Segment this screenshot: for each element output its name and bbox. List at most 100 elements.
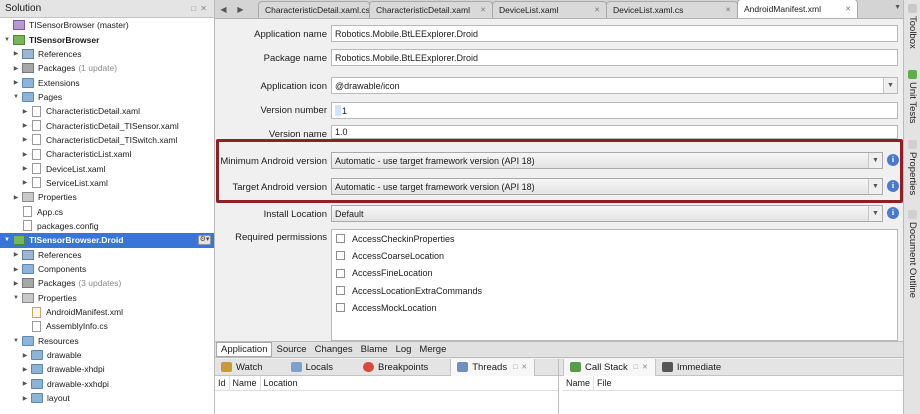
pad-dock-close-buttons[interactable]: □ ✕ bbox=[191, 4, 208, 13]
chevron-down-icon[interactable]: ▼ bbox=[868, 206, 882, 221]
column-file[interactable]: File bbox=[594, 376, 615, 391]
column-location[interactable]: Location bbox=[261, 376, 301, 391]
tab-threads[interactable]: Threads □ ✕ bbox=[450, 358, 536, 376]
tree-item[interactable]: ▶ Components bbox=[0, 262, 214, 276]
tab-immediate[interactable]: Immediate bbox=[656, 359, 727, 376]
column-id[interactable]: Id bbox=[215, 375, 230, 391]
tree-item[interactable]: ▶ Extensions bbox=[0, 75, 214, 89]
document-tab[interactable]: CharacteristicDetail.xaml ✕ bbox=[369, 1, 493, 18]
tree-item[interactable]: ▼ TISensorBrowser.Droid ⚙▾ bbox=[0, 233, 214, 248]
info-icon[interactable]: i bbox=[887, 207, 899, 219]
pad-dock-close-buttons[interactable]: □ ✕ bbox=[513, 363, 528, 371]
document-tab[interactable]: CharacteristicDetail.xaml.cs✕ bbox=[258, 1, 376, 18]
pad-dock-close-buttons[interactable]: □ ✕ bbox=[634, 363, 649, 371]
close-icon[interactable]: ✕ bbox=[725, 6, 731, 14]
editor-view-tab[interactable]: Merge bbox=[415, 342, 450, 357]
tree-item[interactable]: ▶ layout bbox=[0, 391, 214, 405]
tree-item[interactable]: ▶ CharacteristicList.xaml bbox=[0, 147, 214, 161]
install-location-combo[interactable]: Default ▼ bbox=[331, 205, 883, 222]
tree-item[interactable]: ▼ TISensorBrowser bbox=[0, 32, 214, 46]
tree-item[interactable]: ▶ CharacteristicDetail_TISensor.xaml bbox=[0, 118, 214, 132]
application-name-field[interactable]: Robotics.Mobile.BtLEExplorer.Droid bbox=[331, 25, 898, 42]
permission-item[interactable]: AccessMockLocation bbox=[332, 299, 897, 316]
tree-item[interactable]: ▶ ServiceList.xaml bbox=[0, 176, 214, 190]
close-icon[interactable]: ✕ bbox=[845, 5, 851, 13]
expand-arrow-right-icon[interactable]: ▶ bbox=[21, 179, 29, 186]
tab-locals[interactable]: Locals bbox=[285, 359, 339, 376]
tree-item[interactable]: ▶ drawable-xxhdpi bbox=[0, 377, 214, 391]
tab-scroll-left-icon[interactable]: ◀ bbox=[215, 0, 232, 18]
tree-item[interactable]: ▶ DeviceList.xaml bbox=[0, 161, 214, 175]
expand-arrow-right-icon[interactable]: ▶ bbox=[12, 194, 20, 201]
document-tab[interactable]: DeviceList.xaml.cs ✕ bbox=[606, 1, 738, 18]
expand-arrow-down-icon[interactable]: ▼ bbox=[3, 37, 11, 43]
tree-item[interactable]: ▶ References bbox=[0, 47, 214, 61]
tab-call-stack[interactable]: Call Stack □ ✕ bbox=[563, 358, 656, 376]
permission-checkbox[interactable] bbox=[336, 303, 345, 313]
tree-item[interactable]: ▶ drawable-xhdpi bbox=[0, 362, 214, 376]
column-name[interactable]: Name bbox=[230, 375, 261, 391]
tree-item[interactable]: ▶ Packages (3 updates) bbox=[0, 276, 214, 290]
toolbox-dock-tab[interactable]: Toolbox bbox=[905, 4, 920, 49]
tab-breakpoints[interactable]: Breakpoints bbox=[357, 359, 434, 376]
expand-arrow-right-icon[interactable]: ▶ bbox=[12, 50, 20, 57]
permissions-list[interactable]: AccessCheckinProperties AccessCoarseLocat… bbox=[331, 229, 898, 341]
expand-arrow-right-icon[interactable]: ▶ bbox=[21, 151, 29, 158]
expand-arrow-right-icon[interactable]: ▶ bbox=[21, 380, 29, 387]
permission-checkbox[interactable] bbox=[336, 286, 345, 296]
expand-arrow-right-icon[interactable]: ▶ bbox=[21, 122, 29, 129]
tree-item[interactable]: TISensorBrowser (master) bbox=[0, 18, 214, 32]
tree-item[interactable]: ▶ Properties bbox=[0, 190, 214, 204]
expand-arrow-right-icon[interactable]: ▶ bbox=[21, 352, 29, 359]
permission-item[interactable]: AccessCheckinProperties bbox=[332, 230, 897, 247]
tree-item[interactable]: ▶ CharacteristicDetail.xaml bbox=[0, 104, 214, 118]
chevron-down-icon[interactable]: ▼ bbox=[883, 78, 897, 93]
tree-item[interactable]: packages.config bbox=[0, 219, 214, 233]
expand-arrow-right-icon[interactable]: ▶ bbox=[21, 108, 29, 115]
document-tab[interactable]: AndroidManifest.xml ✕ bbox=[737, 0, 858, 18]
editor-view-tab[interactable]: Source bbox=[272, 342, 310, 357]
expand-arrow-down-icon[interactable]: ▼ bbox=[12, 338, 20, 344]
tree-item[interactable]: AssemblyInfo.cs bbox=[0, 319, 214, 333]
expand-arrow-down-icon[interactable]: ▼ bbox=[12, 94, 20, 100]
permission-item[interactable]: AccessLocationExtraCommands bbox=[332, 282, 897, 299]
permission-checkbox[interactable] bbox=[336, 268, 345, 278]
permission-item[interactable]: AccessFineLocation bbox=[332, 265, 897, 282]
document-outline-dock-tab[interactable]: Document Outline bbox=[905, 210, 920, 298]
expand-arrow-right-icon[interactable]: ▶ bbox=[12, 280, 20, 287]
expand-arrow-right-icon[interactable]: ▶ bbox=[12, 79, 20, 86]
document-tab[interactable]: DeviceList.xaml ✕ bbox=[492, 1, 607, 18]
package-name-field[interactable]: Robotics.Mobile.BtLEExplorer.Droid bbox=[331, 49, 898, 66]
expand-arrow-down-icon[interactable]: ▼ bbox=[12, 295, 20, 301]
expand-arrow-right-icon[interactable]: ▶ bbox=[21, 165, 29, 172]
close-icon[interactable]: ✕ bbox=[594, 6, 600, 14]
unit-tests-dock-tab[interactable]: Unit Tests bbox=[905, 70, 920, 124]
tree-item[interactable]: ▼ Properties bbox=[0, 291, 214, 305]
properties-dock-tab[interactable]: Properties bbox=[905, 140, 920, 195]
version-number-field[interactable]: 1 bbox=[331, 102, 898, 119]
expand-arrow-right-icon[interactable]: ▶ bbox=[21, 136, 29, 143]
tree-item[interactable]: ▼ Resources bbox=[0, 334, 214, 348]
tree-item[interactable]: ▶ drawable bbox=[0, 348, 214, 362]
tree-item[interactable]: ▼ Pages bbox=[0, 90, 214, 104]
permission-checkbox[interactable] bbox=[336, 234, 345, 244]
tree-item[interactable]: AndroidManifest.xml bbox=[0, 305, 214, 319]
expand-arrow-right-icon[interactable]: ▶ bbox=[21, 366, 29, 373]
application-icon-combo[interactable]: @drawable/icon ▼ bbox=[331, 77, 898, 94]
editor-view-tab[interactable]: Application bbox=[216, 342, 273, 357]
expand-arrow-right-icon[interactable]: ▶ bbox=[12, 65, 20, 72]
expand-arrow-right-icon[interactable]: ▶ bbox=[21, 395, 29, 402]
editor-view-tab[interactable]: Changes bbox=[311, 342, 357, 357]
editor-view-tab[interactable]: Log bbox=[392, 342, 416, 357]
expand-arrow-down-icon[interactable]: ▼ bbox=[3, 237, 11, 243]
tab-scroll-right-icon[interactable]: ▶ bbox=[232, 0, 249, 18]
expand-arrow-right-icon[interactable]: ▶ bbox=[12, 251, 20, 258]
gear-icon[interactable]: ⚙▾ bbox=[198, 235, 211, 246]
tree-item[interactable]: ▶ References bbox=[0, 248, 214, 262]
permission-checkbox[interactable] bbox=[336, 251, 345, 261]
tab-watch[interactable]: Watch bbox=[215, 359, 269, 376]
tree-item[interactable]: ▶ CharacteristicDetail_TISwitch.xaml bbox=[0, 133, 214, 147]
tree-item[interactable]: App.cs bbox=[0, 204, 214, 218]
expand-arrow-right-icon[interactable]: ▶ bbox=[12, 266, 20, 273]
editor-view-tab[interactable]: Blame bbox=[357, 342, 392, 357]
